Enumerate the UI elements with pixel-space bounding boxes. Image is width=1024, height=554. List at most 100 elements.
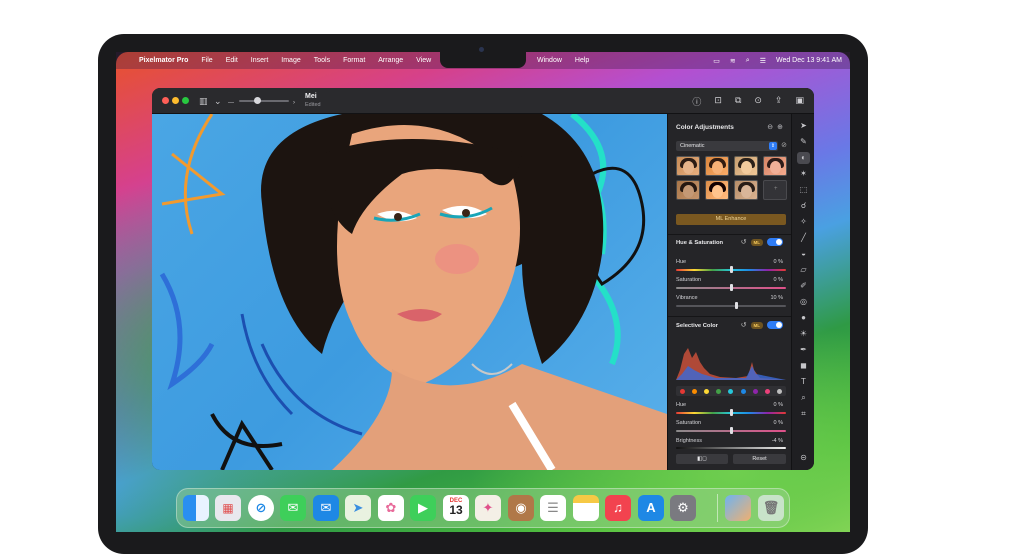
sidebar-chevron-icon[interactable]: ⌄ (214, 95, 222, 107)
preset-thumbnail[interactable] (705, 156, 729, 176)
slider-value[interactable]: 10 % (770, 295, 783, 301)
slider-value[interactable]: 0 % (774, 402, 783, 408)
eraser-icon[interactable]: ▱ (797, 264, 810, 276)
preset-options-icon[interactable]: ⊘ (781, 141, 787, 149)
contacts-icon[interactable]: ◉ (508, 495, 534, 521)
add-preset-button[interactable]: + (763, 180, 787, 200)
vibrance-slider[interactable] (676, 305, 786, 307)
info-icon[interactable]: ⓘ (692, 95, 701, 108)
hue-saturation-toggle[interactable] (767, 238, 783, 246)
preset-thumbnail[interactable] (676, 180, 700, 200)
zoom-out-icon[interactable]: — (228, 97, 234, 109)
slider-value[interactable]: 0 % (774, 420, 783, 426)
vibrance-slider-knob[interactable] (735, 302, 738, 309)
color-swatch[interactable] (728, 388, 734, 394)
color-swatch[interactable] (765, 388, 771, 394)
reset-button[interactable]: Reset (733, 454, 786, 464)
saturation-slider-knob[interactable] (730, 284, 733, 291)
menu-clock[interactable]: Wed Dec 13 9:41 AM (776, 57, 842, 65)
color-adjust-tool-icon[interactable]: ◐ (797, 152, 810, 164)
share-icon[interactable]: ⇪ (775, 95, 783, 108)
trash-icon[interactable]: 🗑 (758, 495, 784, 521)
slider-value[interactable]: 0 % (774, 277, 783, 283)
more-tools-icon[interactable]: ⊝ (797, 452, 810, 464)
dropdown-chevron-icon[interactable]: ⇕ (769, 142, 777, 150)
spotlight-icon[interactable]: ⌕ (746, 57, 750, 65)
panel-add-icon[interactable]: ⊕ (777, 123, 783, 131)
fill-bucket-icon[interactable]: ◒ (797, 248, 810, 260)
zoom-window-button[interactable] (182, 97, 189, 104)
color-swatch[interactable] (740, 388, 746, 394)
zoom-slider-knob[interactable] (254, 97, 261, 104)
reset-icon[interactable]: ↺ (741, 321, 747, 329)
music-icon[interactable]: ♫ (605, 495, 631, 521)
brightness-slider[interactable] (676, 447, 786, 449)
mail-icon[interactable]: ✉ (313, 495, 339, 521)
type-tool-icon[interactable]: T (797, 376, 810, 388)
close-window-button[interactable] (162, 97, 169, 104)
reset-icon[interactable]: ↺ (741, 238, 747, 246)
color-swatch[interactable] (704, 388, 710, 394)
menu-file[interactable]: File (201, 57, 212, 64)
app-store-icon[interactable]: A (638, 495, 664, 521)
arrange-tool-icon[interactable]: ➤ (797, 120, 810, 132)
system-settings-icon[interactable]: ⚙ (670, 495, 696, 521)
menu-image[interactable]: Image (281, 57, 300, 64)
menu-app-name[interactable]: Pixelmator Pro (139, 57, 188, 64)
zoom-tool-icon[interactable]: ⌕ (797, 392, 810, 404)
ml-badge[interactable]: ML (750, 238, 763, 246)
preset-thumbnail[interactable] (676, 156, 700, 176)
minimize-window-button[interactable] (172, 97, 179, 104)
selective-color-toggle[interactable] (767, 321, 783, 329)
photos-icon[interactable]: ✿ (378, 495, 404, 521)
blur-icon[interactable]: ● (797, 312, 810, 324)
more-options-icon[interactable]: ⊙ (754, 95, 762, 108)
menu-insert[interactable]: Insert (251, 57, 269, 64)
messages-icon[interactable]: ✉ (280, 495, 306, 521)
hue-slider-knob[interactable] (730, 266, 733, 273)
selective-saturation-slider-knob[interactable] (730, 427, 733, 434)
color-swatch[interactable] (679, 388, 685, 394)
style-tool-icon[interactable]: ✎ (797, 136, 810, 148)
paint-brush-icon[interactable]: ╱ (797, 232, 810, 244)
effects-tool-icon[interactable]: ✶ (797, 168, 810, 180)
zoom-in-chevron-icon[interactable]: › (293, 97, 295, 109)
clone-icon[interactable]: ◎ (797, 296, 810, 308)
menu-help[interactable]: Help (575, 57, 589, 64)
preset-thumbnail[interactable] (734, 180, 758, 200)
light-icon[interactable]: ☀ (797, 328, 810, 340)
notes-icon[interactable] (573, 495, 599, 521)
calendar-icon[interactable]: DEC 13 (443, 495, 469, 521)
menu-window[interactable]: Window (537, 57, 562, 64)
preset-dropdown[interactable]: Cinematic ⇕ (676, 141, 778, 151)
menu-view[interactable]: View (416, 57, 431, 64)
ml-badge[interactable]: ML (750, 321, 763, 329)
color-swatch[interactable] (716, 388, 722, 394)
finder-icon[interactable] (183, 495, 209, 521)
sidebar-toggle-icon[interactable]: ▥ (199, 95, 208, 107)
zoom-slider[interactable] (239, 100, 289, 102)
battery-icon[interactable]: ▭ (713, 57, 720, 65)
wifi-icon[interactable]: ≋ (730, 57, 736, 65)
panel-collapse-icon[interactable]: ⊖ (767, 123, 773, 131)
pixelmator-pro-icon[interactable]: ✦ (475, 495, 501, 521)
lasso-tool-icon[interactable]: ☌ (797, 200, 810, 212)
preset-thumbnail[interactable] (763, 156, 787, 176)
selective-hue-slider-knob[interactable] (730, 409, 733, 416)
launchpad-icon[interactable]: ▦ (215, 495, 241, 521)
menu-edit[interactable]: Edit (226, 57, 238, 64)
downloads-stack-icon[interactable] (725, 495, 751, 521)
color-swatch[interactable] (691, 388, 697, 394)
maps-icon[interactable]: ➤ (345, 495, 371, 521)
control-center-icon[interactable]: ☰ (760, 57, 766, 65)
crop-tool-icon[interactable]: ⌗ (797, 408, 810, 420)
preset-thumbnail[interactable] (734, 156, 758, 176)
menu-arrange[interactable]: Arrange (378, 57, 403, 64)
add-layer-icon[interactable]: ⧉ (735, 95, 741, 108)
slider-value[interactable]: -4 % (772, 438, 783, 444)
menu-tools[interactable]: Tools (314, 57, 330, 64)
image-canvas[interactable] (152, 114, 667, 470)
menu-format[interactable]: Format (343, 57, 365, 64)
inspector-toggle-icon[interactable]: ▣ (795, 95, 804, 108)
compare-button[interactable]: ◧◻ (676, 454, 728, 464)
